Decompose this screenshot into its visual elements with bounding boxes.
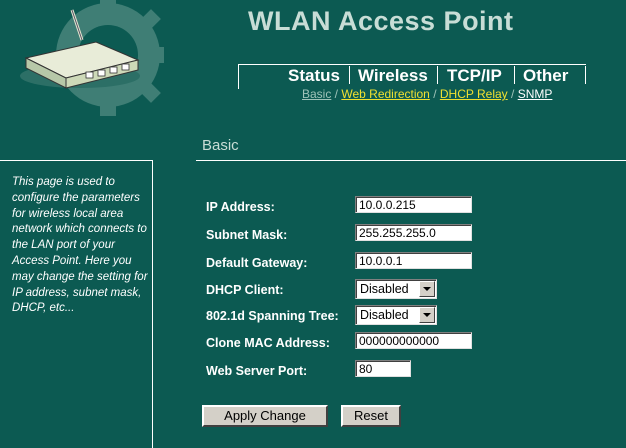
tab-separator (349, 66, 350, 84)
tab-tcpip[interactable]: TCP/IP (447, 66, 502, 86)
dhcp-client-label: DHCP Client: (206, 283, 284, 297)
subnav: Basic / Web Redirection / DHCP Relay / S… (302, 87, 552, 101)
router-logo (0, 0, 200, 120)
subnav-dhcp-relay-link[interactable]: DHCP Relay (440, 87, 508, 101)
dhcp-client-value: Disabled (360, 282, 409, 296)
tab-status[interactable]: Status (288, 66, 340, 86)
app-title: WLAN Access Point (248, 6, 514, 36)
clone-mac-field[interactable]: 000000000000 (355, 332, 472, 349)
default-gateway-field[interactable]: 10.0.0.1 (355, 252, 472, 269)
tab-separator (514, 66, 515, 84)
page-title: Basic (202, 137, 239, 154)
apply-change-button[interactable]: Apply Change (202, 405, 328, 427)
web-server-port-field[interactable]: 80 (355, 360, 411, 377)
subnav-web-redirection-link[interactable]: Web Redirection (341, 87, 430, 101)
clone-mac-label: Clone MAC Address: (206, 336, 330, 350)
web-server-port-label: Web Server Port: (206, 364, 308, 378)
ip-address-field[interactable]: 10.0.0.215 (355, 196, 472, 213)
chevron-down-icon[interactable] (419, 307, 435, 323)
tab-separator (585, 66, 586, 84)
dhcp-client-select[interactable]: Disabled (355, 279, 437, 299)
subnav-snmp-link[interactable]: SNMP (518, 87, 553, 101)
page-description: This page is used to configure the param… (12, 176, 148, 315)
subnav-separator: / (331, 87, 342, 101)
spanning-tree-label: 802.1d Spanning Tree: (206, 309, 339, 323)
divider (152, 160, 153, 448)
default-gateway-label: Default Gateway: (206, 256, 308, 270)
subnet-mask-label: Subnet Mask: (206, 228, 288, 242)
divider (0, 160, 152, 161)
chevron-down-icon[interactable] (419, 281, 435, 297)
tab-other[interactable]: Other (523, 66, 568, 86)
subnav-separator: / (507, 87, 518, 101)
subnav-basic-link[interactable]: Basic (302, 87, 331, 101)
subnet-mask-field[interactable]: 255.255.255.0 (355, 224, 472, 241)
spanning-tree-value: Disabled (360, 308, 409, 322)
ip-address-label: IP Address: (206, 200, 275, 214)
tab-separator (437, 66, 438, 84)
router-icon (20, 0, 164, 116)
tab-wireless[interactable]: Wireless (358, 66, 428, 86)
subnav-separator: / (429, 87, 440, 101)
reset-button[interactable]: Reset (341, 405, 401, 427)
divider (196, 160, 626, 161)
spanning-tree-select[interactable]: Disabled (355, 305, 437, 325)
